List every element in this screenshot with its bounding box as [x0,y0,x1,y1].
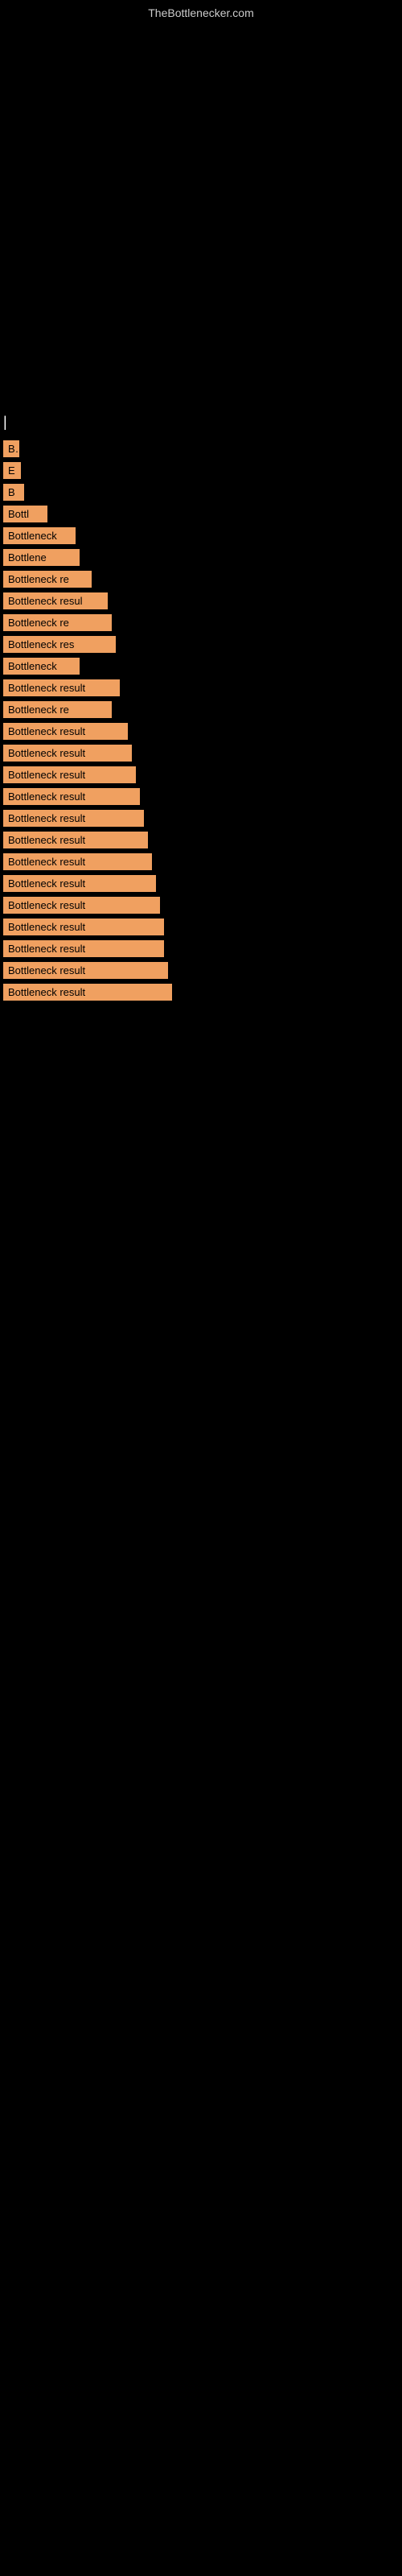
main-content-area [0,23,402,409]
list-item-3: E [3,462,21,479]
list-item-6: Bottleneck [3,527,76,544]
list-item-10: Bottleneck re [3,614,112,631]
list-item-23: Bottleneck result [3,897,160,914]
list-item-18: Bottleneck result [3,788,140,805]
list-item-17: Bottleneck result [3,766,136,783]
list-item-26: Bottleneck result [3,962,168,979]
list-item-13: Bottleneck result [3,679,120,696]
site-title: TheBottlenecker.com [0,0,402,23]
list-item-15: Bottleneck result [3,723,128,740]
list-item-4: B [3,484,24,501]
list-item-25: Bottleneck result [3,940,164,957]
list-item-14: Bottleneck re [3,701,112,718]
list-item-8: Bottleneck re [3,571,92,588]
list-item-24: Bottleneck result [3,919,164,935]
list-item-9: Bottleneck resul [3,592,108,609]
list-item-20: Bottleneck result [3,832,148,848]
list-item-22: Bottleneck result [3,875,156,892]
list-item-27: Bottleneck result [3,984,172,1001]
list-item-7: Bottlene [3,549,80,566]
list-item-12: Bottleneck [3,658,80,675]
list-item-2: B [3,440,19,457]
list-item-21: Bottleneck result [3,853,152,870]
cursor-indicator: | [0,409,402,436]
list-item-19: Bottleneck result [3,810,144,827]
list-item-5: Bottl [3,506,47,522]
list-item-11: Bottleneck res [3,636,116,653]
list-item-16: Bottleneck result [3,745,132,762]
